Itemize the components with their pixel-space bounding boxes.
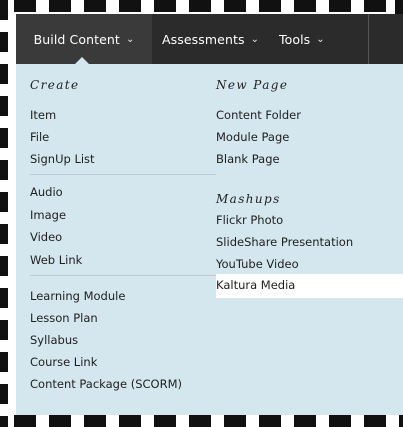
menu-item-slideshare[interactable]: SlideShare Presentation xyxy=(216,235,353,249)
menu-item-lesson-plan[interactable]: Lesson Plan xyxy=(30,311,98,325)
menu-item-syllabus[interactable]: Syllabus xyxy=(30,333,78,347)
build-content-panel: Build Content ⌄ Assessments ⌄ Tools ⌄ Cr… xyxy=(16,14,403,415)
chevron-down-icon: ⌄ xyxy=(125,33,135,45)
menu-item-flickr-photo[interactable]: Flickr Photo xyxy=(216,213,283,227)
tab-build-content-label: Build Content xyxy=(33,31,120,47)
menu-item-kaltura-media[interactable]: Kaltura Media xyxy=(216,278,295,292)
group-divider xyxy=(30,174,216,175)
chevron-down-icon: ⌄ xyxy=(316,33,325,45)
toolbar-divider xyxy=(368,14,369,64)
chevron-down-icon: ⌄ xyxy=(250,33,260,45)
mashups-heading: Mashups xyxy=(216,192,281,206)
menu-item-file[interactable]: File xyxy=(30,130,49,144)
menu-pointer xyxy=(74,57,90,65)
menu-item-learning-module[interactable]: Learning Module xyxy=(30,289,125,303)
menu-item-content-package[interactable]: Content Package (SCORM) xyxy=(30,377,182,391)
menu-item-video[interactable]: Video xyxy=(30,230,62,244)
menu-item-image[interactable]: Image xyxy=(30,208,66,222)
menu-item-item[interactable]: Item xyxy=(30,108,56,122)
tab-tools[interactable]: Tools ⌄ xyxy=(279,14,325,64)
dashed-frame-left xyxy=(0,0,8,427)
menu-item-content-folder[interactable]: Content Folder xyxy=(216,108,301,122)
menu-item-blank-page[interactable]: Blank Page xyxy=(216,152,280,166)
course-toolbar: Build Content ⌄ Assessments ⌄ Tools ⌄ xyxy=(16,14,403,65)
menu-item-audio[interactable]: Audio xyxy=(30,185,63,199)
tab-assessments[interactable]: Assessments ⌄ xyxy=(162,14,259,64)
new-page-heading: New Page xyxy=(216,78,289,92)
menu-item-course-link[interactable]: Course Link xyxy=(30,355,97,369)
tab-assessments-label: Assessments xyxy=(162,31,245,47)
menu-item-web-link[interactable]: Web Link xyxy=(30,253,82,267)
menu-item-module-page[interactable]: Module Page xyxy=(216,130,289,144)
tab-tools-label: Tools xyxy=(279,31,311,47)
menu-item-youtube-video[interactable]: YouTube Video xyxy=(216,257,299,271)
dashed-frame-top xyxy=(14,0,403,12)
create-heading: Create xyxy=(30,78,80,92)
group-divider xyxy=(30,275,216,276)
menu-item-signup-list[interactable]: SignUp List xyxy=(30,152,95,166)
dashed-frame-bottom xyxy=(14,415,403,427)
